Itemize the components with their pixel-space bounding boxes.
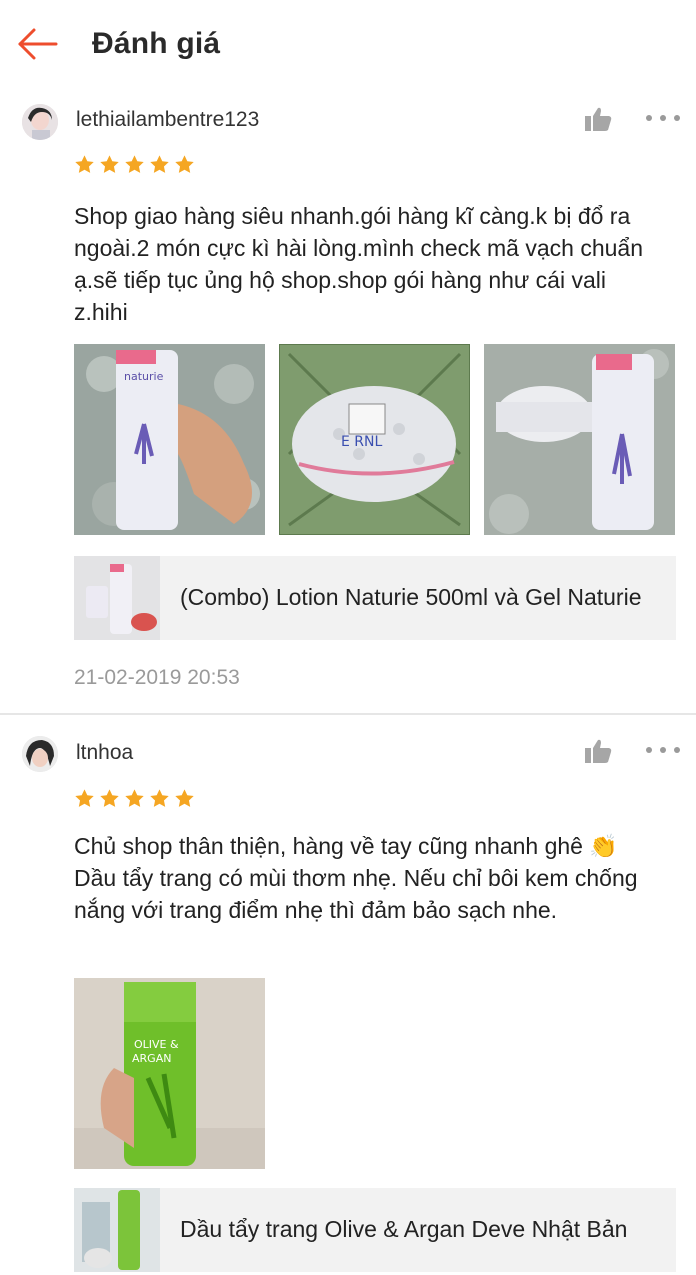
review-comment: Chủ shop thân thiện, hàng về tay cũng nh… <box>74 833 638 923</box>
review-item: ltnhoa Chủ shop thân thiện, hàng về tay … <box>0 716 696 1275</box>
product-thumbnail <box>74 1188 160 1272</box>
star-icon <box>75 155 94 173</box>
star-rating <box>74 154 195 175</box>
review-photo[interactable]: naturie <box>74 344 265 535</box>
product-thumbnail <box>74 556 160 640</box>
more-options-icon[interactable] <box>646 745 680 755</box>
star-icon <box>125 155 144 173</box>
product-card[interactable]: (Combo) Lotion Naturie 500ml và Gel Natu… <box>74 556 676 640</box>
star-icon <box>175 789 194 807</box>
review-photo[interactable]: E RNL <box>279 344 470 535</box>
more-options-icon[interactable] <box>646 113 680 123</box>
svg-text:naturie: naturie <box>124 370 164 383</box>
review-photo[interactable] <box>484 344 675 535</box>
avatar[interactable] <box>22 736 58 772</box>
avatar[interactable] <box>22 104 58 140</box>
thumbs-up-icon[interactable] <box>584 106 612 132</box>
star-icon <box>150 155 169 173</box>
review-comment: Shop giao hàng siêu nhanh.gói hàng kĩ cà… <box>74 203 643 325</box>
thumbs-up-icon[interactable] <box>584 738 612 764</box>
product-name: Dầu tẩy trang Olive & Argan Deve Nhật Bả… <box>180 1216 628 1242</box>
back-button[interactable] <box>12 22 62 68</box>
star-icon <box>175 155 194 173</box>
star-icon <box>100 155 119 173</box>
product-card[interactable]: Dầu tẩy trang Olive & Argan Deve Nhật Bả… <box>74 1188 676 1272</box>
review-date: 21-02-2019 20:53 <box>74 666 240 689</box>
reviewer-username[interactable]: lethiailambentre123 <box>76 108 259 132</box>
star-icon <box>100 789 119 807</box>
review-photo[interactable]: OLIVE & ARGAN <box>74 978 265 1169</box>
star-rating <box>74 788 195 809</box>
star-icon <box>125 789 144 807</box>
svg-text:OLIVE &: OLIVE & <box>134 1038 179 1051</box>
star-icon <box>150 789 169 807</box>
svg-text:ARGAN: ARGAN <box>132 1052 171 1065</box>
page-title: Đánh giá <box>92 27 221 60</box>
svg-text:E RNL: E RNL <box>341 434 382 450</box>
reviewer-username[interactable]: ltnhoa <box>76 741 133 765</box>
review-item: lethiailambentre123 Shop giao hàng siêu … <box>0 90 696 714</box>
arrow-left-icon <box>18 28 58 60</box>
divider <box>0 713 696 715</box>
app-header: Đánh giá <box>0 0 696 90</box>
product-name: (Combo) Lotion Naturie 500ml và Gel Natu… <box>180 584 642 610</box>
star-icon <box>75 789 94 807</box>
